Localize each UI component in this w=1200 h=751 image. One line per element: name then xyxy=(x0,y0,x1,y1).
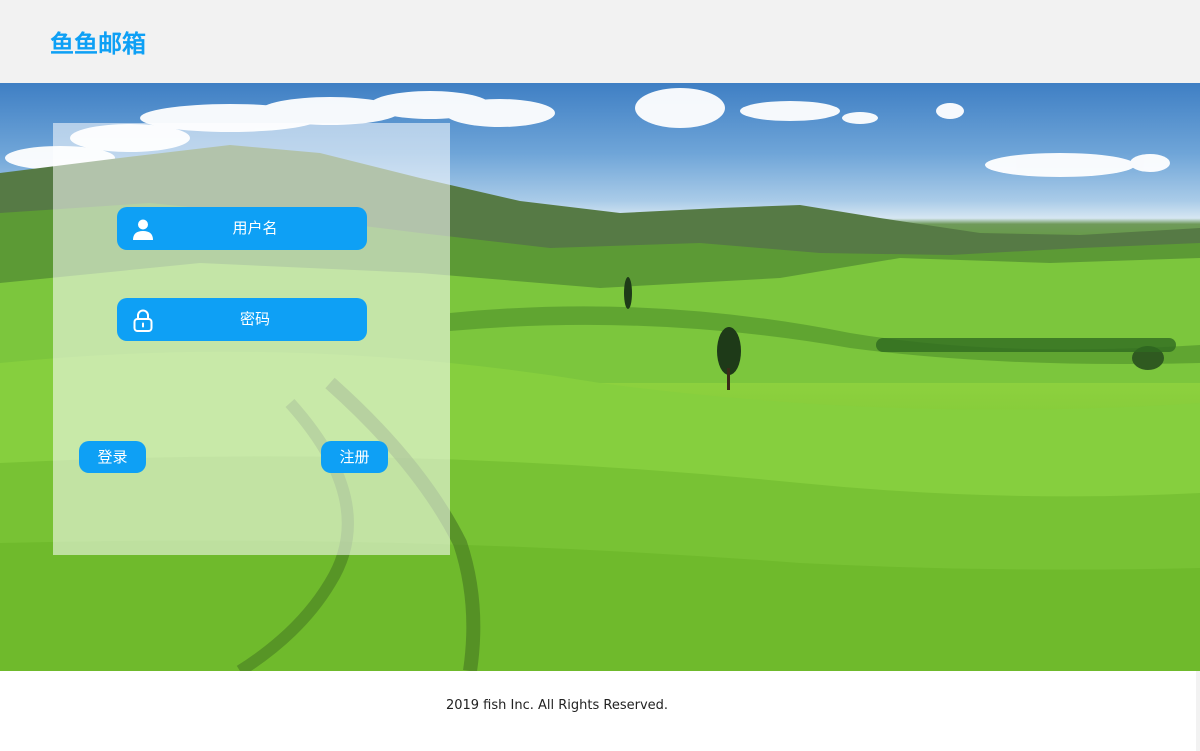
logo[interactable]: 鱼鱼邮箱 xyxy=(50,28,146,60)
footer: 2019 fish Inc. All Rights Reserved. xyxy=(0,671,1196,751)
header: 鱼鱼邮箱 xyxy=(0,0,1200,83)
login-button[interactable]: 登录 xyxy=(79,441,146,473)
username-label: 用户名 xyxy=(232,219,278,237)
username-field[interactable]: 用户名 xyxy=(117,207,367,250)
password-field[interactable]: 密码 xyxy=(117,298,367,341)
copyright-text: 2019 fish Inc. All Rights Reserved. xyxy=(445,698,669,713)
password-label: 密码 xyxy=(239,310,270,328)
register-button[interactable]: 注册 xyxy=(321,441,388,473)
footer-edge xyxy=(1196,671,1200,751)
